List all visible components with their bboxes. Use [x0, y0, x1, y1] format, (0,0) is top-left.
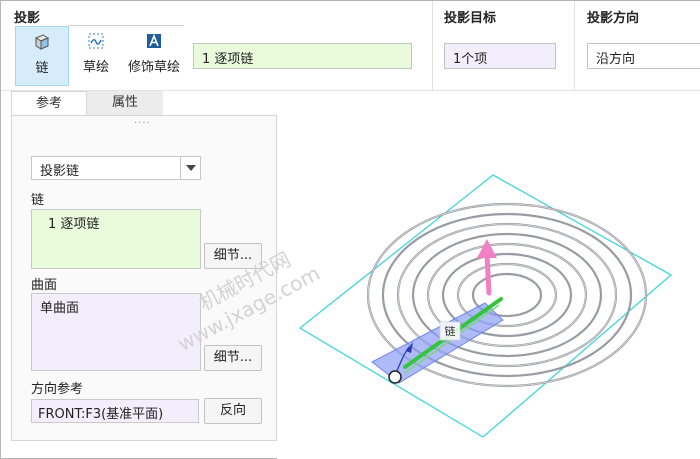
cosmetic-sketch-icon	[144, 31, 164, 51]
tab-properties[interactable]: 属性	[87, 91, 163, 115]
chain-collector-list[interactable]: 1 逐项链	[31, 209, 201, 269]
cube-icon	[32, 32, 52, 52]
list-item[interactable]: 1 逐项链	[40, 213, 192, 232]
projection-section-title: 投影	[14, 11, 41, 26]
chain-tool-button[interactable]: 链	[15, 26, 69, 86]
direction-reference-field[interactable]: FRONT:F3(基准平面)	[31, 399, 199, 423]
projection-type-value: 投影链	[40, 164, 80, 179]
sketch-tool-label: 草绘	[82, 60, 109, 75]
references-panel: ···· 投影链 链 1 逐项链 细节... 曲面 单曲面 细节... 方向参考…	[11, 115, 277, 441]
chevron-down-icon[interactable]	[180, 157, 200, 179]
ribbon-divider	[432, 1, 433, 91]
ribbon: 投影 链 草绘 修饰草绘 1 逐项链 投影目标 1个项 投影方向 沿方向	[1, 1, 700, 91]
graphics-viewport[interactable]: 链	[277, 115, 700, 459]
list-item[interactable]: 单曲面	[40, 297, 192, 316]
direction-section-title: 投影方向	[587, 11, 640, 26]
projection-direction-field[interactable]: 沿方向	[587, 43, 700, 69]
drag-handle[interactable]	[388, 370, 402, 384]
panel-resize-grip[interactable]: ····	[134, 118, 151, 129]
ribbon-divider	[574, 1, 575, 91]
chain-collector-field[interactable]: 1 逐项链	[193, 43, 412, 69]
reverse-button[interactable]: 反向	[204, 398, 262, 424]
target-section-title: 投影目标	[444, 11, 497, 26]
tab-bar: 参考 属性	[1, 91, 700, 115]
surface-label: 曲面	[31, 278, 58, 293]
projection-feature-window: 投影 链 草绘 修饰草绘 1 逐项链 投影目标 1个项 投影方向 沿方向 参考 …	[0, 0, 700, 459]
cosmetic-sketch-tool-label: 修饰草绘	[127, 60, 180, 75]
sketch-icon	[86, 31, 106, 51]
cosmetic-sketch-tool-button[interactable]: 修饰草绘	[123, 26, 185, 86]
chain-details-button[interactable]: 细节...	[204, 243, 262, 269]
chain-tag-label: 链	[445, 324, 456, 338]
sketch-tool-button[interactable]: 草绘	[71, 26, 121, 86]
tab-references[interactable]: 参考	[11, 91, 87, 115]
chain-label: 链	[31, 193, 45, 208]
projection-type-select[interactable]: 投影链	[31, 156, 201, 180]
projection-target-field[interactable]: 1个项	[444, 43, 556, 69]
chain-tool-label: 链	[35, 61, 49, 76]
surface-details-button[interactable]: 细节...	[204, 345, 262, 371]
direction-reference-label: 方向参考	[31, 382, 84, 397]
surface-collector-list[interactable]: 单曲面	[31, 293, 201, 371]
